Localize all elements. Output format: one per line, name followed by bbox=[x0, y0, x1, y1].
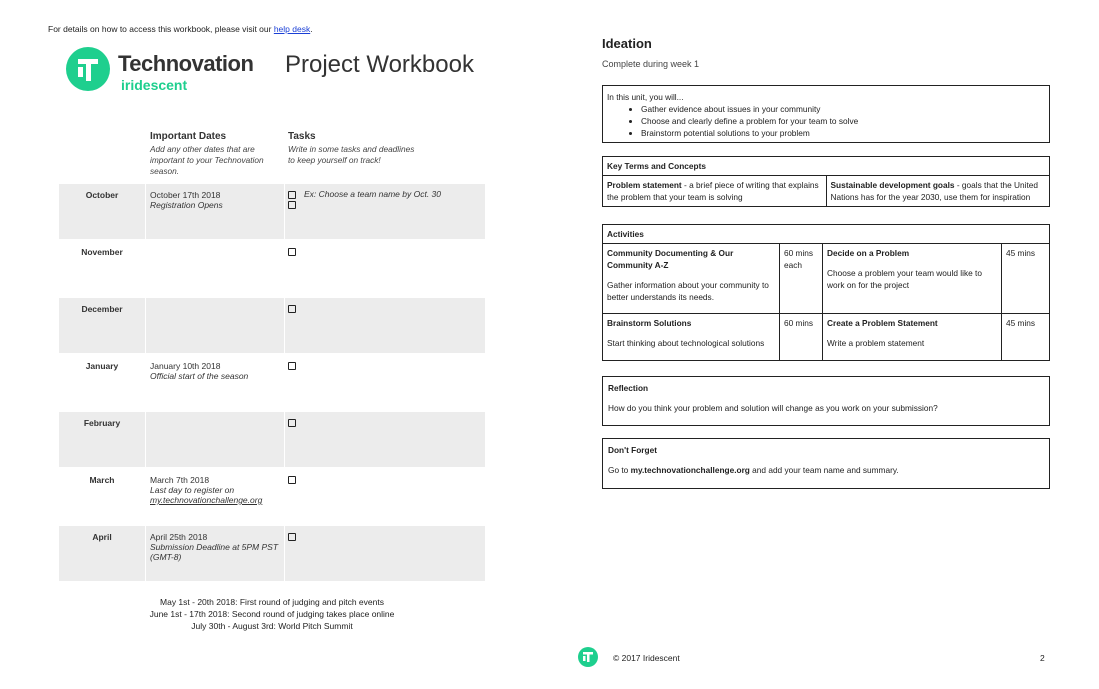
task-entry bbox=[288, 303, 304, 313]
activities-panel: Activities Community Documenting & Our C… bbox=[602, 224, 1050, 361]
task-entry bbox=[288, 531, 304, 541]
brand-name: Technovation bbox=[118, 51, 254, 76]
task-entry bbox=[288, 360, 304, 370]
help-desk-link[interactable]: help desk bbox=[274, 24, 310, 34]
activity-time: 45 mins bbox=[1001, 313, 1050, 361]
month-row: January January 10th 2018 Official start o… bbox=[59, 355, 485, 412]
month-row: October October 17th 2018 Registration Ope… bbox=[59, 184, 485, 241]
activity-cell: Brainstorm Solutions Start thinking abou… bbox=[602, 313, 780, 361]
important-date: March 7th 2018 Last day to register on my.… bbox=[150, 475, 282, 505]
checkbox-icon[interactable] bbox=[288, 247, 296, 256]
reflection-text: How do you think your problem and soluti… bbox=[608, 403, 938, 413]
unit-subtitle: Complete during week 1 bbox=[602, 59, 700, 69]
tasks-column-subtext: Write in some tasks and deadlines to kee… bbox=[288, 144, 415, 165]
task-entry bbox=[288, 474, 304, 484]
task-entry bbox=[288, 246, 304, 256]
month-cell bbox=[285, 412, 485, 467]
unit-title: Ideation bbox=[602, 36, 652, 51]
task-entry bbox=[288, 417, 304, 427]
reflection-heading: Reflection bbox=[608, 383, 649, 393]
goal-item: Brainstorm potential solutions to your p… bbox=[641, 127, 1045, 139]
month-cell bbox=[285, 355, 485, 410]
activity-cell: Create a Problem Statement Write a probl… bbox=[822, 313, 1002, 361]
month-cell bbox=[146, 412, 284, 467]
workbook-title: Project Workbook bbox=[285, 51, 474, 78]
month-row: December bbox=[59, 298, 485, 355]
month-row: February bbox=[59, 412, 485, 469]
checkbox-icon[interactable] bbox=[288, 361, 296, 370]
activity-cell: Decide on a Problem Choose a problem you… bbox=[822, 243, 1002, 314]
key-terms-heading: Key Terms and Concepts bbox=[602, 156, 1050, 176]
month-name: February bbox=[83, 418, 121, 428]
dates-column-subtext: Add any other dates that are important t… bbox=[150, 144, 264, 176]
checkbox-icon[interactable] bbox=[288, 418, 296, 427]
tasks-column-heading: Tasks bbox=[288, 131, 316, 142]
month-cell bbox=[285, 298, 485, 353]
judging-line: May 1st - 20th 2018: First round of judg… bbox=[160, 597, 384, 607]
month-name: April bbox=[92, 532, 112, 542]
activity-time: 60 mins bbox=[779, 313, 823, 361]
important-date: April 25th 2018 Submission Deadline at 5P… bbox=[150, 532, 279, 562]
unit-goals-box: In this unit, you will... Gather evidenc… bbox=[602, 85, 1050, 143]
copyright: © 2017 Iridescent bbox=[613, 653, 680, 663]
month-cell bbox=[146, 241, 284, 296]
month-name: December bbox=[81, 304, 123, 314]
activity-time: 45 mins bbox=[1001, 243, 1050, 314]
months-table: October October 17th 2018 Registration Ope… bbox=[59, 184, 485, 583]
registration-link[interactable]: my.technovationchallenge.org bbox=[150, 495, 282, 505]
month-row: March March 7th 2018 Last day to register … bbox=[59, 469, 485, 526]
judging-line: June 1st - 17th 2018: Second round of ju… bbox=[149, 609, 395, 619]
footer-logo-icon bbox=[578, 647, 598, 667]
activity-time: 60 mins each bbox=[779, 243, 823, 314]
key-terms-panel: Key Terms and Concepts Problem statement… bbox=[602, 156, 1050, 207]
judging-schedule: May 1st - 20th 2018: First round of judg… bbox=[59, 596, 485, 632]
reflection-box: Reflection How do you think your problem… bbox=[602, 376, 1050, 426]
brand-sub: iridescent bbox=[121, 77, 188, 93]
unit-intro: In this unit, you will... bbox=[607, 92, 684, 102]
technovation-logo: Technovation iridescent bbox=[66, 47, 266, 97]
activities-heading: Activities bbox=[602, 224, 1050, 244]
goals-list: Gather evidence about issues in your com… bbox=[607, 103, 1045, 139]
important-date: October 17th 2018 Registration Opens bbox=[150, 190, 223, 210]
checkbox-icon[interactable] bbox=[288, 532, 296, 541]
key-term-cell: Sustainable development goals - goals th… bbox=[825, 175, 1050, 207]
dont-forget-heading: Don't Forget bbox=[608, 445, 657, 455]
month-name: October bbox=[85, 190, 119, 200]
important-date: January 10th 2018 Official start of the s… bbox=[150, 361, 249, 381]
month-cell bbox=[285, 526, 485, 581]
goal-item: Gather evidence about issues in your com… bbox=[641, 103, 1045, 115]
month-cell bbox=[146, 298, 284, 353]
page-number: 2 bbox=[1040, 653, 1045, 663]
month-name: November bbox=[81, 247, 123, 257]
dont-forget-text: Go to my.technovationchallenge.org and a… bbox=[608, 465, 899, 475]
task-entry: Ex: Choose a team name by Oct. 30 bbox=[288, 189, 441, 209]
month-row: April April 25th 2018 Submission Deadline … bbox=[59, 526, 485, 583]
dont-forget-box: Don't Forget Go to my.technovationchalle… bbox=[602, 438, 1050, 489]
logo-t-icon bbox=[78, 59, 98, 81]
month-cell bbox=[285, 469, 485, 524]
checkbox-icon[interactable] bbox=[288, 304, 296, 313]
challenge-site-link[interactable]: my.technovationchallenge.org bbox=[631, 465, 750, 475]
judging-line: July 30th - August 3rd: World Pitch Summ… bbox=[191, 621, 353, 631]
checkbox-icon[interactable] bbox=[288, 200, 296, 209]
month-name: March bbox=[89, 475, 115, 485]
month-row: November bbox=[59, 241, 485, 298]
dates-column-heading: Important Dates bbox=[150, 131, 227, 142]
key-term-cell: Problem statement - a brief piece of wri… bbox=[602, 175, 827, 207]
checkbox-icon[interactable] bbox=[288, 190, 296, 199]
month-name: January bbox=[85, 361, 119, 371]
activity-cell: Community Documenting & Our Community A-… bbox=[602, 243, 780, 314]
access-note: For details on how to access this workbo… bbox=[48, 24, 313, 34]
goal-item: Choose and clearly define a problem for … bbox=[641, 115, 1045, 127]
checkbox-icon[interactable] bbox=[288, 475, 296, 484]
month-cell bbox=[285, 241, 485, 296]
